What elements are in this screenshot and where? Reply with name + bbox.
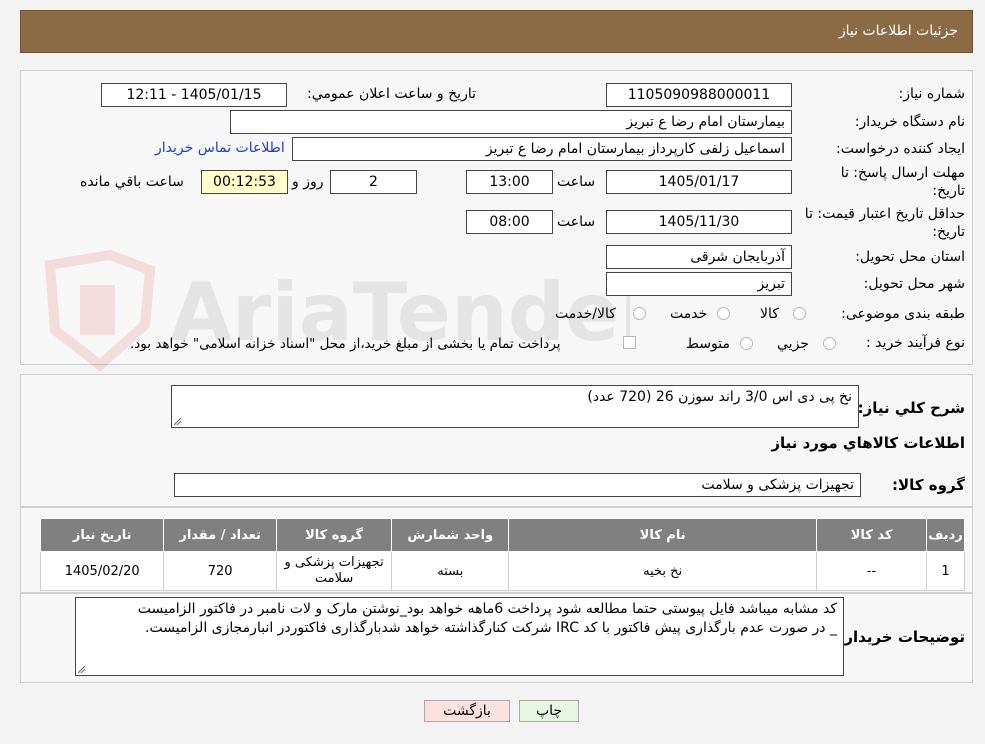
validity-label-date: تاريخ: [932, 224, 965, 240]
cell-qty: 720 [163, 551, 277, 591]
treasury-payment-note: پرداخت تمام يا بخشی از مبلغ خريد،از محل … [130, 336, 561, 352]
goods-section-title: اطلاعات کالاهاي مورد نياز [771, 434, 965, 452]
province-field: آذربایجان شرقی [606, 245, 792, 269]
buyer-notes-textarea[interactable]: کد مشابه میباشد فایل پیوستی حتما مطالعه … [75, 597, 844, 676]
contact-info-link[interactable]: اطلاعات تماس خریدار [155, 140, 285, 156]
buyer-notes-line-2: _ در صورت عدم بارگذاری پیش فاکتور با کد … [145, 620, 837, 636]
creator-field: اسماعیل زلفی کارپرداز بیمارستان امام رضا… [292, 137, 792, 161]
deadline-label-date: تاريخ: [932, 183, 965, 199]
col-name: نام کالا [508, 518, 818, 552]
days-field: 2 [330, 170, 417, 194]
col-date: تاريخ نياز [39, 518, 165, 552]
city-label: شهر محل تحويل: [863, 276, 965, 292]
page-title: جزئیات اطلاعات نیاز [838, 23, 958, 39]
resize-handle-icon[interactable] [78, 666, 85, 673]
process-medium-radio[interactable] [740, 337, 753, 350]
table-header-row: رديف کد کالا نام کالا واحد شمارش گروه کا… [39, 518, 965, 552]
cell-date: 1405/02/20 [39, 551, 165, 591]
cell-unit: بسته [391, 551, 510, 591]
deadline-time-label: ساعت [557, 174, 596, 190]
process-minor-label: جزيي [777, 336, 809, 352]
category-goods-radio[interactable] [793, 307, 806, 320]
announce-field: 1405/01/15 - 12:11 [101, 83, 287, 107]
items-table: رديف کد کالا نام کالا واحد شمارش گروه کا… [39, 518, 965, 591]
deadline-date-field: 1405/01/17 [606, 170, 792, 194]
buyer-org-label: نام دستگاه خريدار: [854, 114, 965, 130]
description-label: شرح کلي نياز: [857, 399, 965, 417]
back-button[interactable]: بازگشت [424, 700, 510, 722]
process-label: نوع فرآيند خريد : [866, 335, 965, 351]
cell-name: نخ بخیه [508, 551, 818, 591]
buyer-org-field: بیمارستان امام رضا ع تبریز [230, 110, 792, 134]
validity-time-label: ساعت [557, 214, 596, 230]
deadline-time-field: 13:00 [466, 170, 553, 194]
cell-group: تجهیزات پزشکی و سلامت [275, 551, 393, 591]
goods-group-field: تجهیزات پزشکی و سلامت [174, 473, 861, 497]
city-field: تبریز [606, 272, 792, 296]
col-group: گروه کالا [275, 518, 393, 552]
buyer-notes-label: توضيحات خريدار: [838, 628, 965, 646]
days-label: روز و [292, 174, 324, 190]
category-service-radio[interactable] [717, 307, 730, 320]
remaining-time-field: 00:12:53 [201, 170, 288, 194]
category-goods-service-label: کالا/خدمت [555, 306, 616, 322]
process-minor-radio[interactable] [823, 337, 836, 350]
need-number-field: 1105090988000011 [606, 83, 792, 107]
process-medium-label: متوسط [686, 336, 730, 352]
announce-label: تاریخ و ساعت اعلان عمومي: [307, 86, 476, 102]
category-service-label: خدمت [670, 306, 708, 322]
goods-group-label: گروه کالا: [892, 476, 965, 494]
cell-row: 1 [926, 551, 965, 591]
category-label: طبقه بندی موضوعی: [841, 306, 965, 322]
validity-time-field: 08:00 [466, 210, 553, 234]
description-textarea[interactable]: نخ پی دی اس 3/0 راند سوزن 26 (720 عدد) [171, 385, 859, 428]
table-row[interactable]: 1 -- نخ بخیه بسته تجهیزات پزشکی و سلامت … [39, 551, 965, 591]
col-unit: واحد شمارش [391, 518, 510, 552]
need-number-label: شماره نیاز: [898, 86, 966, 102]
page-header: جزئیات اطلاعات نیاز [20, 10, 973, 53]
cell-code: -- [816, 551, 928, 591]
resize-handle-icon[interactable] [174, 418, 181, 425]
remaining-label: ساعت باقي مانده [80, 174, 184, 190]
col-row: رديف [926, 518, 965, 552]
creator-label: ايجاد کننده درخواست: [836, 141, 965, 157]
print-button[interactable]: چاپ [519, 700, 579, 722]
validity-label: حداقل تاريخ اعتبار قيمت: تا [804, 206, 965, 222]
category-goods-label: کالا [760, 306, 779, 322]
validity-date-field: 1405/11/30 [606, 210, 792, 234]
treasury-payment-checkbox[interactable] [623, 336, 636, 349]
province-label: استان محل تحويل: [855, 249, 965, 265]
col-code: کد کالا [816, 518, 928, 552]
category-goods-service-radio[interactable] [633, 307, 646, 320]
deadline-label: مهلت ارسال پاسخ: تا [840, 165, 965, 181]
buyer-notes-line-1: کد مشابه میباشد فایل پیوستی حتما مطالعه … [137, 601, 837, 617]
col-qty: تعداد / مقدار [163, 518, 277, 552]
